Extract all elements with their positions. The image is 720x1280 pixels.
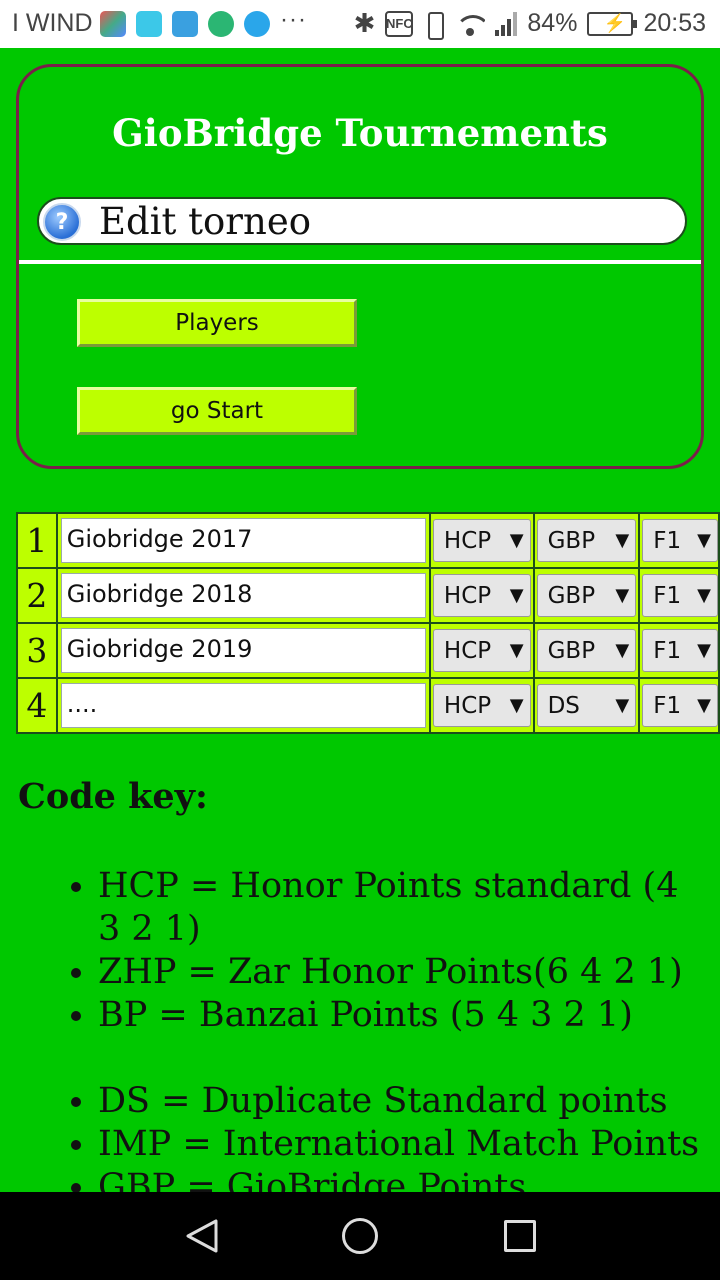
messenger-icon	[244, 11, 270, 37]
dropdown-arrow-icon: ▼	[615, 640, 630, 661]
back-icon[interactable]	[184, 1218, 220, 1254]
row-number: 2	[16, 567, 58, 624]
scoring-select-value: GBP	[547, 582, 596, 609]
heart-app-icon	[136, 11, 162, 37]
home-icon[interactable]	[342, 1218, 378, 1254]
navigation-bar	[0, 1192, 720, 1280]
scoring-select-value: DS	[547, 692, 580, 719]
battery-icon: ⚡	[587, 11, 638, 36]
tournament-name-input[interactable]: Giobridge 2019	[60, 628, 426, 673]
points-select[interactable]: HCP ▼	[432, 629, 531, 672]
more-notifications-icon: ···	[280, 6, 307, 33]
scoring-select[interactable]: GBP ▼	[536, 629, 637, 672]
dropdown-arrow-icon: ▼	[615, 695, 630, 716]
scoring-list: DS = Duplicate Standard points IMP = Int…	[98, 1080, 708, 1209]
scoring-select[interactable]: DS ▼	[536, 684, 637, 727]
honor-points-list: HCP = Honor Points standard (4 3 2 1) ZH…	[98, 865, 708, 1037]
app-title: GioBridge Tournements	[112, 111, 608, 155]
players-button[interactable]: Players	[77, 299, 357, 347]
wifi-icon	[455, 11, 486, 37]
table-row: 3 Giobridge 2019 HCP ▼ GBP ▼ F1 ▼	[16, 622, 720, 679]
dropdown-arrow-icon: ▼	[509, 695, 524, 716]
format-select-value: F1	[653, 692, 682, 719]
list-item: DS = Duplicate Standard points	[98, 1080, 708, 1123]
points-select-value: HCP	[443, 692, 492, 719]
scoring-select[interactable]: GBP ▼	[536, 574, 637, 617]
charging-bolt-icon: ⚡	[603, 12, 626, 33]
table-row: 2 Giobridge 2018 HCP ▼ GBP ▼ F1 ▼	[16, 567, 720, 624]
scoring-select[interactable]: GBP ▼	[536, 519, 637, 562]
tournament-name-input[interactable]: Giobridge 2017	[60, 518, 426, 563]
tournament-name-input[interactable]: Giobridge 2018	[60, 573, 426, 618]
battery-percent: 84%	[527, 9, 578, 37]
format-select[interactable]: F1 ▼	[642, 519, 718, 562]
dropdown-arrow-icon: ▼	[697, 695, 711, 716]
page-title: Edit torneo	[99, 200, 311, 243]
row-number: 3	[16, 622, 58, 679]
list-item: ZHP = Zar Honor Points(6 4 2 1)	[98, 951, 708, 994]
code-key-section: Code key: HCP = Honor Points standard (4…	[18, 776, 708, 1209]
points-select-value: HCP	[443, 637, 492, 664]
points-select[interactable]: HCP ▼	[432, 684, 531, 727]
header-card: GioBridge Tournements ? Edit torneo Play…	[16, 64, 704, 469]
format-select-value: F1	[653, 637, 682, 664]
dropdown-arrow-icon: ▼	[697, 585, 711, 606]
dropdown-arrow-icon: ▼	[697, 640, 711, 661]
usb-icon	[172, 11, 198, 37]
recent-apps-icon[interactable]	[504, 1220, 536, 1252]
points-select[interactable]: HCP ▼	[432, 574, 531, 617]
row-number: 1	[16, 512, 58, 569]
format-select-value: F1	[653, 527, 682, 554]
go-start-button[interactable]: go Start	[77, 387, 357, 435]
table-row: 4.... HCP ▼ DS ▼ F1 ▼	[16, 677, 720, 734]
table-row: 1 Giobridge 2017 HCP ▼ GBP ▼ F1 ▼	[16, 512, 720, 569]
help-icon[interactable]: ?	[43, 203, 81, 241]
edit-bar: ? Edit torneo	[37, 197, 687, 245]
nfc-icon: NFC	[385, 10, 414, 37]
dropdown-arrow-icon: ▼	[509, 585, 524, 606]
clock: 20:53	[643, 9, 706, 37]
format-select[interactable]: F1 ▼	[642, 629, 718, 672]
format-select[interactable]: F1 ▼	[642, 574, 718, 617]
status-bar: I WIND ··· ✱ NFC 84% ⚡ 20:53	[0, 0, 720, 48]
bluetooth-icon: ✱	[353, 8, 376, 38]
divider	[19, 260, 701, 264]
globe-icon	[208, 11, 234, 37]
signal-icon	[495, 11, 518, 36]
list-item: IMP = International Match Points	[98, 1123, 708, 1166]
carrier-name: I WIND	[12, 9, 93, 37]
list-item: HCP = Honor Points standard (4 3 2 1)	[98, 865, 708, 951]
format-select[interactable]: F1 ▼	[642, 684, 718, 727]
dropdown-arrow-icon: ▼	[509, 530, 524, 551]
code-key-title: Code key:	[18, 776, 208, 817]
scoring-select-value: GBP	[547, 527, 596, 554]
vibrate-icon	[423, 11, 445, 40]
list-item: BP = Banzai Points (5 4 3 2 1)	[98, 994, 708, 1037]
dropdown-arrow-icon: ▼	[697, 530, 711, 551]
app-notification-icon	[100, 11, 126, 37]
points-select[interactable]: HCP ▼	[432, 519, 531, 562]
tournament-name-input[interactable]: ....	[60, 683, 426, 728]
row-number: 4	[16, 677, 58, 734]
dropdown-arrow-icon: ▼	[615, 530, 630, 551]
notification-icons	[100, 11, 270, 37]
tournaments-table: 1 Giobridge 2017 HCP ▼ GBP ▼ F1 ▼ 2 Giobridge 201…	[16, 512, 720, 734]
points-select-value: HCP	[443, 527, 492, 554]
points-select-value: HCP	[443, 582, 492, 609]
format-select-value: F1	[653, 582, 682, 609]
dropdown-arrow-icon: ▼	[615, 585, 630, 606]
scoring-select-value: GBP	[547, 637, 596, 664]
dropdown-arrow-icon: ▼	[509, 640, 524, 661]
